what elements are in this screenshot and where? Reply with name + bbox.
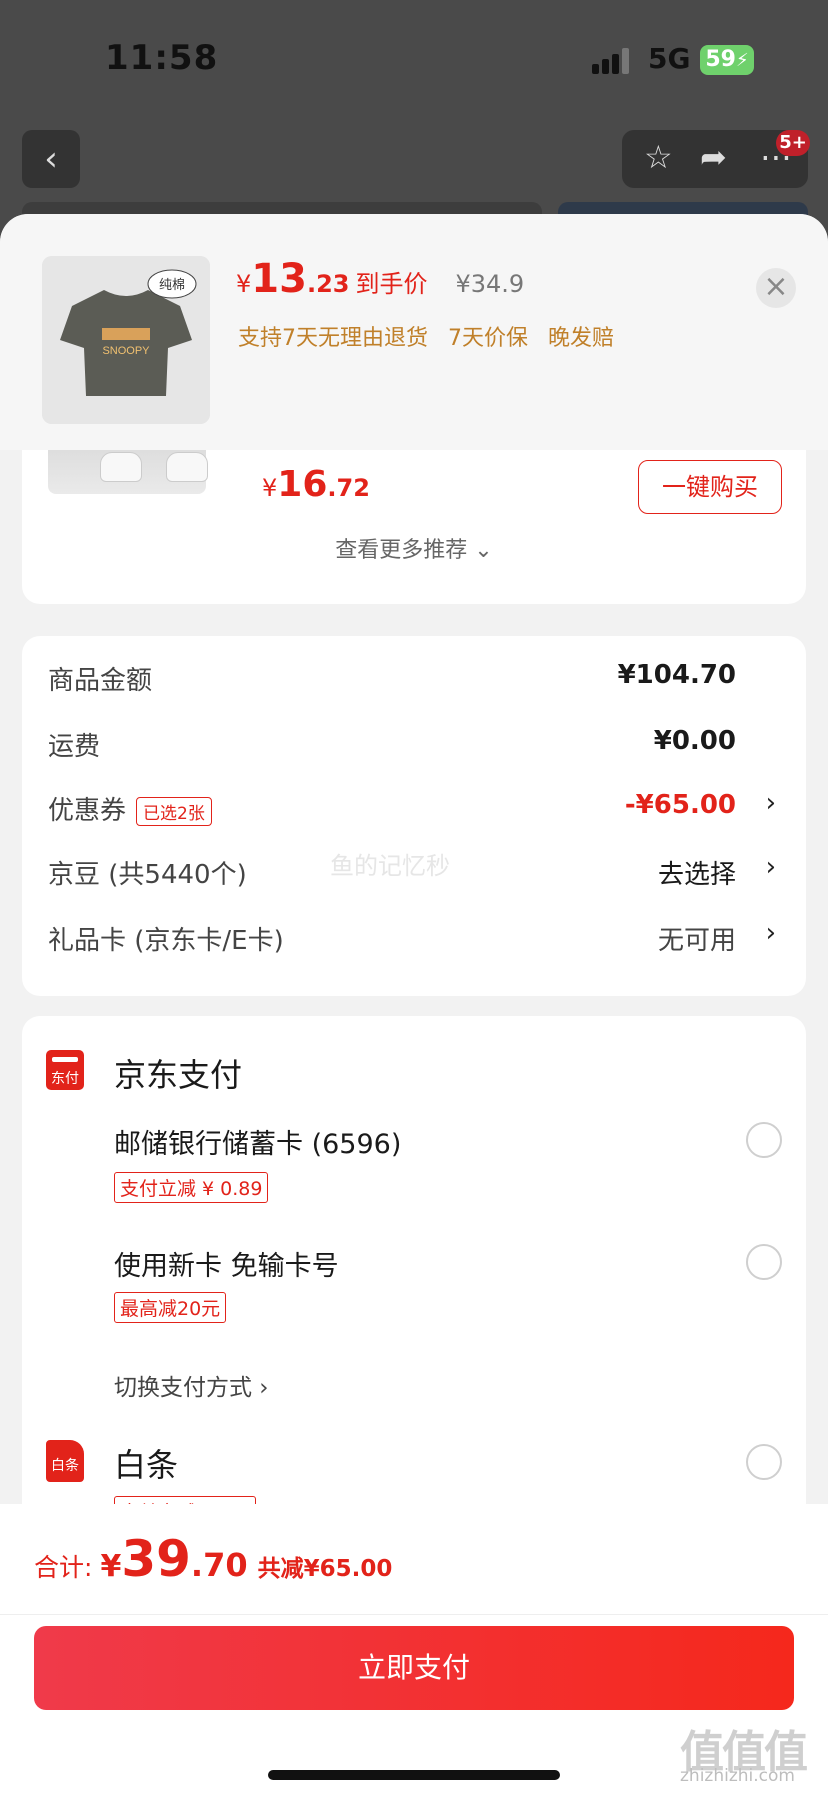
price-decimal: .23	[306, 270, 350, 298]
share-icon[interactable]: ➦	[700, 138, 727, 176]
thumb-brand: SNOOPY	[102, 345, 150, 357]
message-badge: 5+	[776, 130, 810, 156]
back-button[interactable]: ‹	[22, 130, 80, 188]
baitiao-icon-text: 白条	[51, 1458, 79, 1474]
original-price: ¥34.9	[455, 270, 525, 298]
price-currency: ¥	[236, 270, 252, 298]
promise-item: 7天价保	[448, 326, 528, 351]
shoe-shape	[100, 452, 142, 482]
total-integer: 39	[121, 1530, 191, 1588]
shoe-shape	[166, 452, 208, 482]
total-currency: ¥	[100, 1549, 122, 1584]
close-button[interactable]: ×	[756, 268, 796, 308]
price-integer: 16	[277, 464, 328, 505]
tshirt-image: SNOOPY 纯棉	[42, 256, 210, 424]
price-currency: ¥	[262, 474, 278, 502]
coupon-value: -¥65.00	[624, 790, 736, 820]
home-indicator[interactable]	[268, 1770, 560, 1780]
one-click-buy-button[interactable]: 一键购买	[638, 460, 782, 514]
bank-card-discount-tag: 支付立减 ¥ 0.89	[114, 1172, 269, 1203]
promise-item: 支持7天无理由退货	[238, 326, 428, 351]
product-price: ¥13.23 到手价 ¥34.9	[236, 256, 524, 302]
chevron-down-icon: ⌄	[474, 538, 493, 563]
bank-card-radio[interactable]	[746, 1122, 782, 1158]
chevron-right-icon[interactable]: ›	[766, 852, 776, 882]
baitiao-radio[interactable]	[746, 1444, 782, 1480]
jingdou-value[interactable]: 去选择	[658, 854, 736, 891]
baitiao-title: 白条	[114, 1446, 179, 1484]
network-label: 5G	[648, 42, 691, 75]
pay-now-button[interactable]: 立即支付	[34, 1626, 794, 1710]
shipping-label: 运费	[48, 732, 101, 762]
product-header: SNOOPY 纯棉 ¥13.23 到手价 ¥34.9 支持7天无理由退货 7天价保 晚发…	[0, 214, 828, 450]
coupon-row[interactable]: 优惠券 已选2张	[48, 790, 212, 827]
order-summary: 商品金额 ¥104.70 运费 ¥0.00 优惠券 已选2张 -¥65.00 › …	[22, 636, 806, 996]
chevron-right-icon[interactable]: ›	[766, 788, 776, 818]
battery-level: 59	[705, 47, 736, 72]
shipping-value: ¥0.00	[653, 726, 736, 756]
goods-amount-label: 商品金额	[48, 666, 153, 696]
recommend-price: ¥16.72	[262, 464, 370, 505]
goods-amount-value: ¥104.70	[617, 660, 736, 690]
battery-icon: 59⚡	[700, 45, 754, 75]
coupon-label: 优惠券	[48, 796, 127, 826]
promise-item: 晚发赔	[548, 326, 615, 351]
jdpay-icon: 东付	[46, 1050, 84, 1090]
service-promises: 支持7天无理由退货 7天价保 晚发赔	[238, 320, 634, 352]
thumb-tag: 纯棉	[159, 278, 185, 293]
recommend-card: ¥16.72 一键购买 查看更多推荐 ⌄	[22, 444, 806, 604]
checkout-bar: 合计: ¥39.70 共减¥65.00 立即支付 值值值 zhizhizhi.com	[0, 1504, 828, 1796]
favorite-icon[interactable]: ☆	[644, 138, 673, 176]
baitiao-icon: 白条	[46, 1440, 84, 1482]
recommend-image	[48, 444, 208, 494]
more-recommend-link[interactable]: 查看更多推荐 ⌄	[22, 532, 806, 564]
watermark-text: 鱼的记忆秒	[330, 852, 450, 880]
jdpay-title: 京东支付	[114, 1056, 243, 1094]
giftcard-label: 礼品卡 (京东卡/E卡)	[48, 926, 284, 956]
total-saving: 共减¥65.00	[257, 1556, 393, 1582]
price-label: 到手价	[355, 270, 428, 298]
new-card-radio[interactable]	[746, 1244, 782, 1280]
jdpay-icon-text: 东付	[51, 1071, 79, 1087]
divider	[0, 1614, 828, 1615]
site-url: zhizhizhi.com	[680, 1766, 795, 1786]
switch-payment-link[interactable]: 切换支付方式 ›	[114, 1368, 269, 1402]
close-icon: ×	[763, 269, 789, 304]
signal-icon	[592, 48, 632, 74]
more-recommend-label: 查看更多推荐	[335, 538, 468, 563]
coupon-tag: 已选2张	[136, 797, 212, 826]
jingdou-label: 京豆 (共5440个)	[48, 860, 247, 890]
bank-card-option[interactable]: 邮储银行储蓄卡 (6596)	[114, 1122, 401, 1161]
giftcard-value[interactable]: 无可用	[658, 920, 736, 957]
new-card-option[interactable]: 使用新卡 免输卡号	[114, 1244, 339, 1283]
new-card-discount-tag: 最高减20元	[114, 1292, 227, 1323]
chevron-right-icon[interactable]: ›	[766, 918, 776, 948]
total-label: 合计:	[34, 1553, 93, 1582]
price-integer: 13	[251, 256, 307, 302]
total-decimal: .70	[190, 1546, 248, 1584]
status-time: 11:58	[105, 38, 219, 78]
product-thumbnail: SNOOPY 纯棉	[42, 256, 210, 424]
total-amount: 合计: ¥39.70 共减¥65.00	[34, 1530, 392, 1588]
price-decimal: .72	[327, 474, 370, 502]
